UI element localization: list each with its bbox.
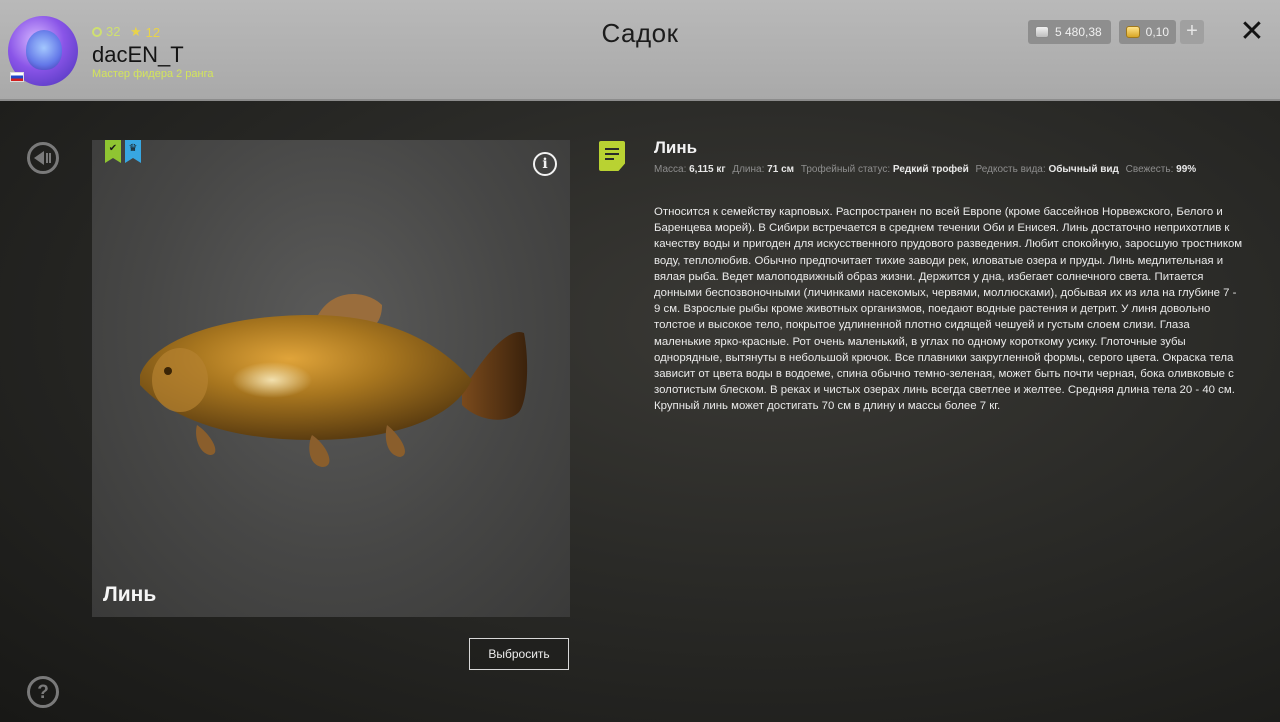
info-icon[interactable]: i <box>533 152 557 176</box>
fish-title: Линь <box>654 138 698 157</box>
top-bar: 32 ★ 12 dacEN_T Мастер фидера 2 ранга Сад… <box>0 0 1280 101</box>
rarity-label: Редкость вида: <box>975 164 1046 175</box>
rarity-value: Обычный вид <box>1048 164 1119 175</box>
fish-preview-panel: ✔ ♛ i Линь <box>92 140 570 617</box>
back-arrow-glyph <box>34 151 51 165</box>
trophy-value: Редкий трофей <box>892 164 969 175</box>
flag-icon <box>10 72 24 82</box>
fish-description: Относится к семейству карповых. Распрост… <box>654 206 1243 413</box>
note-icon <box>599 141 625 171</box>
mass-value: 6,115 кг <box>689 164 726 175</box>
mass-label: Масса: <box>654 164 687 175</box>
trophy-label: Трофейный статус: <box>800 164 891 175</box>
silver-coin-icon <box>1035 26 1049 38</box>
fish-panel-name: Линь <box>103 583 157 606</box>
player-rank: Мастер фидера 2 ранга <box>92 68 214 80</box>
silver-balance: 5 480,38 <box>1028 20 1111 44</box>
gold-balance: 0,10 <box>1119 20 1176 44</box>
back-arrow-icon[interactable] <box>27 142 59 174</box>
checkmark-bookmark-icon: ✔ <box>105 140 121 163</box>
length-value: 71 см <box>767 164 795 175</box>
gold-balance-value: 0,10 <box>1145 25 1169 39</box>
freshness-value: 99% <box>1176 164 1197 175</box>
crown-bookmark-icon: ♛ <box>125 140 141 163</box>
silver-balance-value: 5 480,38 <box>1055 25 1102 39</box>
close-button[interactable]: ✕ <box>1238 17 1266 47</box>
fish-specs: Масса: 6,115 кг Длина: 71 см Трофейный с… <box>654 164 1200 175</box>
length-label: Длина: <box>732 164 765 175</box>
discard-button[interactable]: Выбросить <box>469 638 569 670</box>
add-gold-button[interactable]: + <box>1180 20 1204 44</box>
gold-coin-icon <box>1126 26 1140 38</box>
fish-image <box>140 293 528 467</box>
freshness-label: Свежесть: <box>1125 164 1174 175</box>
help-icon[interactable]: ? <box>27 676 59 708</box>
